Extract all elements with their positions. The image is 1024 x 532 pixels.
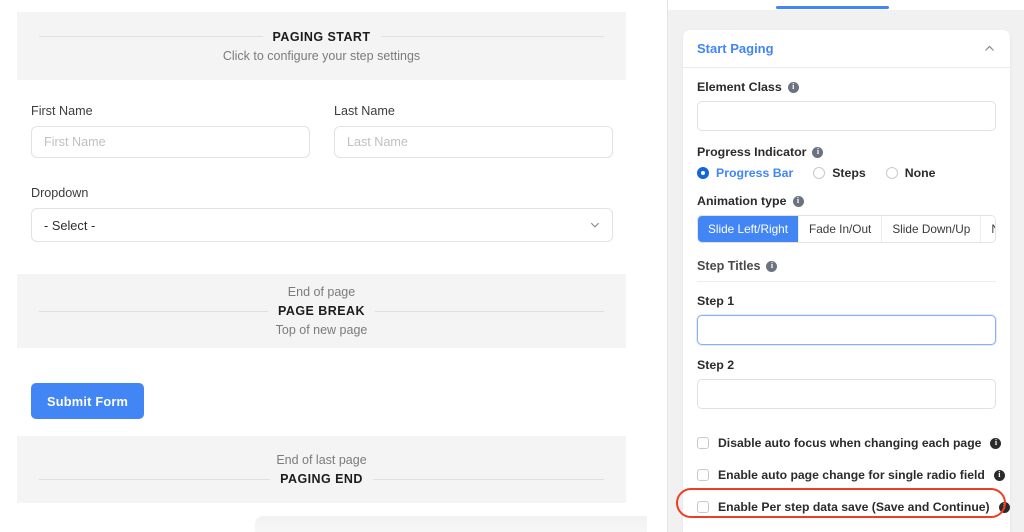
start-paging-accordion: Start Paging Element Class i Progress In…	[683, 30, 1010, 532]
checkbox-enable-auto-page-change[interactable]: Enable auto page change for single radio…	[697, 463, 1005, 487]
step-1-label-row: Step 1	[697, 294, 996, 308]
radio-dot	[813, 167, 826, 179]
info-icon[interactable]: i	[792, 195, 804, 207]
radio-label: Steps	[832, 166, 866, 180]
field-dropdown: Dropdown - Select -	[31, 186, 613, 242]
rule-left	[39, 36, 263, 37]
radio-dot	[697, 167, 709, 179]
step-titles-label: Step Titles	[697, 259, 761, 273]
bottom-overlay-shadow	[255, 516, 647, 532]
animation-type-label: Animation type	[697, 194, 787, 208]
info-icon[interactable]: i	[993, 469, 1005, 481]
chevron-down-icon	[591, 222, 599, 228]
radio-dot	[885, 167, 898, 179]
form-preview-pane: PAGING START Click to configure your ste…	[0, 0, 647, 532]
radio-none[interactable]: None	[885, 166, 936, 180]
paging-start-title-row: PAGING START	[17, 30, 626, 44]
field-first-name: First Name	[31, 104, 310, 158]
dropdown-select-value[interactable]: - Select -	[31, 208, 613, 242]
paging-end-title: PAGING END	[280, 472, 363, 486]
checkbox-box	[697, 437, 709, 449]
seg-slide-left-right[interactable]: Slide Left/Right	[698, 216, 800, 242]
rule-right	[374, 310, 605, 312]
checkbox-label: Enable Per step data save (Save and Cont…	[718, 500, 990, 514]
last-name-input[interactable]	[334, 126, 613, 158]
step-2-label: Step 2	[697, 358, 735, 372]
info-icon[interactable]: i	[998, 501, 1010, 513]
paging-start-title: PAGING START	[272, 29, 371, 44]
submit-form-button[interactable]: Submit Form	[31, 383, 145, 419]
step-2-input[interactable]	[697, 379, 996, 409]
page-break-sub: Top of new page	[275, 323, 368, 337]
element-class-input[interactable]	[697, 101, 996, 131]
accordion-body: Element Class i Progress Indicator i Pro…	[683, 68, 1010, 532]
dropdown-label: Dropdown	[31, 186, 89, 200]
step-2-label-row: Step 2	[697, 358, 996, 372]
last-name-label: Last Name	[334, 104, 395, 118]
settings-panel: Start Paging Element Class i Progress In…	[667, 10, 1024, 532]
info-icon[interactable]: i	[990, 437, 1002, 449]
info-icon[interactable]: i	[787, 81, 799, 93]
page-break-title-row: PAGE BREAK	[17, 304, 626, 318]
radio-label: None	[904, 166, 936, 180]
screen-root: PAGING START Click to configure your ste…	[0, 0, 1024, 532]
first-name-input[interactable]	[31, 126, 310, 158]
rule-right	[372, 478, 604, 480]
rule-left	[39, 310, 269, 312]
accordion-header[interactable]: Start Paging	[683, 30, 1010, 68]
rule-left	[39, 478, 271, 480]
page-break-pre: End of page	[287, 285, 356, 299]
checkbox-label: Disable auto focus when changing each pa…	[718, 436, 982, 450]
progress-indicator-radio-group: Progress Bar Steps None	[697, 166, 996, 180]
accordion-title: Start Paging	[697, 41, 774, 56]
paging-end-pre: End of last page	[276, 453, 367, 467]
info-icon[interactable]: i	[766, 260, 778, 272]
active-tab-indicator[interactable]	[776, 6, 889, 9]
chevron-up-icon[interactable]	[983, 42, 996, 55]
checkbox-box	[697, 501, 709, 513]
options-checkbox-list: Disable auto focus when changing each pa…	[697, 431, 1010, 519]
step-1-label: Step 1	[697, 294, 735, 308]
first-name-label: First Name	[31, 104, 93, 118]
page-break-title: PAGE BREAK	[278, 304, 365, 318]
info-icon[interactable]: i	[812, 146, 824, 158]
checkbox-disable-auto-focus[interactable]: Disable auto focus when changing each pa…	[697, 431, 1002, 455]
seg-none[interactable]: None	[981, 216, 995, 242]
progress-indicator-label: Progress Indicator	[697, 145, 807, 159]
animation-type-label-row: Animation type i	[697, 194, 996, 208]
step-1-input[interactable]	[697, 315, 996, 345]
page-break-marker[interactable]: End of page PAGE BREAK Top of new page	[17, 274, 626, 348]
paging-start-subtitle: Click to configure your step settings	[222, 48, 421, 63]
checkbox-box	[697, 469, 709, 481]
checkbox-label: Enable auto page change for single radio…	[718, 468, 985, 482]
field-last-name: Last Name	[334, 104, 613, 158]
paging-end-marker[interactable]: End of last page PAGING END	[17, 436, 626, 503]
progress-indicator-label-row: Progress Indicator i	[697, 145, 996, 159]
dropdown-select-wrap[interactable]: - Select -	[31, 208, 613, 242]
animation-type-segmented-control: Slide Left/Right Fade In/Out Slide Down/…	[697, 215, 996, 243]
rule-right	[380, 36, 604, 37]
radio-progress-bar[interactable]: Progress Bar	[697, 166, 793, 180]
step-titles-section-header: Step Titles i	[697, 259, 996, 282]
radio-steps[interactable]: Steps	[813, 166, 866, 180]
checkbox-enable-per-step-data-save[interactable]: Enable Per step data save (Save and Cont…	[697, 495, 1010, 519]
paging-end-title-row: PAGING END	[17, 472, 626, 486]
seg-slide-down-up[interactable]: Slide Down/Up	[882, 216, 982, 242]
paging-start-marker[interactable]: PAGING START Click to configure your ste…	[17, 12, 626, 80]
element-class-label-row: Element Class i	[697, 80, 996, 94]
radio-label: Progress Bar	[716, 166, 794, 180]
seg-fade-in-out[interactable]: Fade In/Out	[799, 216, 883, 242]
element-class-label: Element Class	[697, 80, 782, 94]
